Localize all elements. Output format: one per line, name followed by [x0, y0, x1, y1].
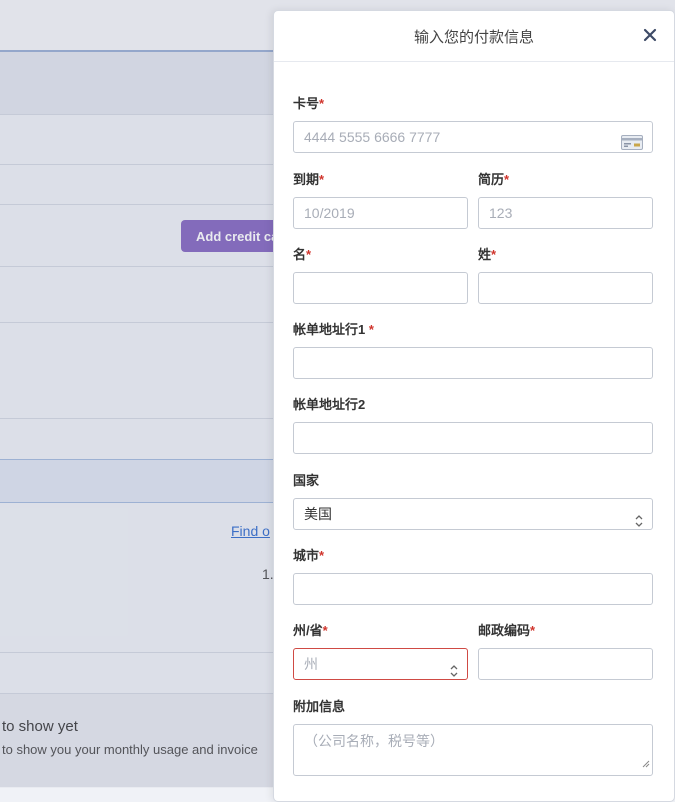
country-select[interactable]: 美国	[293, 498, 653, 530]
card-number-placeholder: 4444 5555 6666 7777	[304, 129, 441, 145]
cvc-placeholder: 123	[489, 205, 513, 221]
close-icon	[640, 25, 660, 45]
address-line1-input[interactable]	[293, 347, 653, 379]
required-marker: *	[306, 247, 312, 262]
required-marker: *	[504, 172, 510, 187]
city-label: 城市*	[293, 548, 325, 563]
resize-handle-icon[interactable]	[640, 753, 650, 773]
country-value: 美国	[304, 506, 332, 522]
modal-title: 输入您的付款信息	[413, 29, 534, 46]
city-input[interactable]	[293, 573, 653, 605]
first-name-label: 名*	[293, 247, 312, 262]
additional-info-textarea[interactable]: （公司名称，税号等）	[293, 724, 653, 776]
required-marker: *	[319, 96, 325, 111]
expiry-label: 到期*	[293, 172, 325, 187]
last-name-input[interactable]	[478, 272, 653, 304]
select-chevron-icon	[449, 658, 459, 688]
required-marker: *	[319, 548, 325, 563]
required-marker: *	[319, 172, 325, 187]
expiry-placeholder: 10/2019	[304, 205, 355, 221]
required-marker: *	[368, 322, 374, 337]
last-name-label: 姓*	[478, 247, 497, 262]
address-line2-input[interactable]	[293, 422, 653, 454]
state-placeholder: 州	[304, 656, 318, 672]
select-chevron-icon	[634, 508, 644, 538]
postal-code-label: 邮政编码*	[478, 623, 536, 638]
payment-modal: 输入您的付款信息 卡号* 4444 5555 6666 7777 到期* 10/…	[273, 10, 675, 802]
country-label: 国家	[293, 473, 320, 488]
cvc-label: 简历*	[478, 172, 510, 187]
close-button[interactable]	[640, 25, 660, 45]
state-label: 州/省*	[293, 623, 328, 638]
cvc-input[interactable]: 123	[478, 197, 653, 229]
modal-header: 输入您的付款信息	[274, 11, 674, 62]
card-number-label: 卡号*	[293, 96, 325, 111]
additional-info-label: 附加信息	[293, 699, 346, 714]
additional-info-placeholder: （公司名称，税号等）	[304, 733, 444, 749]
postal-code-input[interactable]	[478, 648, 653, 680]
required-marker: *	[322, 623, 328, 638]
expiry-input[interactable]: 10/2019	[293, 197, 468, 229]
required-marker: *	[530, 623, 536, 638]
address-line1-label: 帐单地址行1 *	[293, 322, 374, 337]
first-name-input[interactable]	[293, 272, 468, 304]
required-marker: *	[491, 247, 497, 262]
card-number-input[interactable]: 4444 5555 6666 7777	[293, 121, 653, 153]
state-select[interactable]: 州	[293, 648, 468, 680]
address-line2-label: 帐单地址行2	[293, 397, 366, 412]
credit-card-icon	[621, 130, 643, 160]
